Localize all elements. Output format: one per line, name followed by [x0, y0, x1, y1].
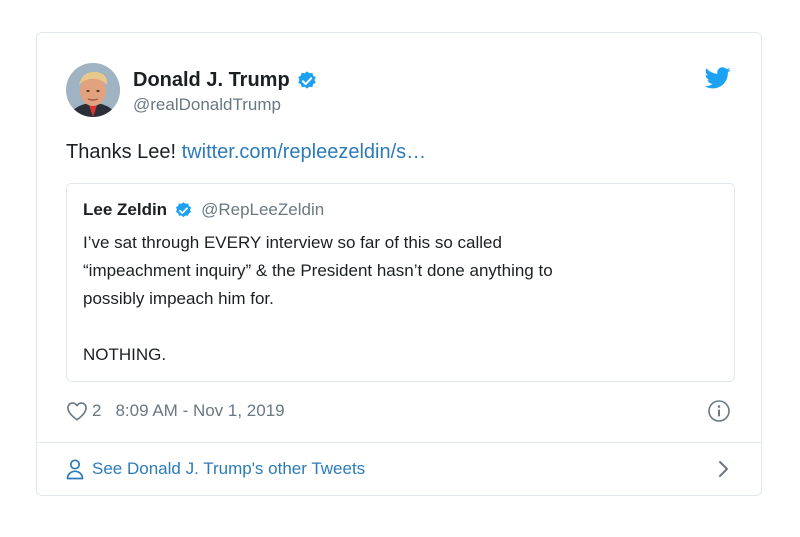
author-name-text[interactable]: Donald J. Trump [133, 69, 290, 92]
avatar-portrait-icon [66, 63, 120, 117]
verified-badge-icon [176, 201, 192, 217]
footer-divider [37, 442, 761, 443]
quoted-tweet[interactable]: Lee Zeldin @RepLeeZeldin I’ve sat throug… [66, 183, 735, 382]
see-other-tweets-label[interactable]: See Donald J. Trump's other Tweets [92, 459, 365, 479]
quoted-author-handle: @RepLeeZeldin [201, 200, 325, 219]
tweet-text: Thanks Lee! twitter.com/repleezeldin/s… [66, 141, 426, 164]
quoted-text-line: “impeachment inquiry” & the President ha… [83, 261, 553, 280]
twitter-bird-icon[interactable] [705, 67, 731, 89]
see-other-tweets-link[interactable]: See Donald J. Trump's other Tweets [66, 455, 731, 483]
quoted-text-line: NOTHING. [83, 345, 167, 364]
quoted-text-line: I’ve sat through EVERY interview so far … [83, 233, 502, 252]
quoted-author-name: Lee Zeldin [83, 200, 168, 219]
quoted-tweet-header: Lee Zeldin @RepLeeZeldin [83, 200, 324, 220]
like-count: 2 [92, 401, 102, 420]
verified-badge-icon [297, 70, 316, 89]
person-icon [66, 459, 84, 480]
author-handle[interactable]: @realDonaldTrump [133, 95, 281, 115]
tweet-timestamp[interactable]: 8:09 AM - Nov 1, 2019 [115, 401, 284, 421]
quoted-text-line: possibly impeach him for. [83, 289, 274, 308]
tweet-text-body: Thanks Lee! [66, 141, 182, 163]
like-button[interactable]: 2 [66, 401, 101, 421]
quoted-tweet-body: I’ve sat through EVERY interview so far … [83, 229, 713, 369]
tweet-link[interactable]: twitter.com/repleezeldin/s… [182, 141, 427, 163]
tweet-header: Donald J. Trump @realDonaldTrump [37, 33, 761, 143]
author-name[interactable]: Donald J. Trump [133, 69, 318, 92]
author-avatar[interactable] [66, 63, 120, 117]
heart-icon [67, 402, 87, 421]
embedded-tweet-card: Donald J. Trump @realDonaldTrump Thanks … [36, 32, 762, 496]
chevron-right-icon[interactable] [717, 459, 731, 479]
info-icon[interactable] [707, 399, 731, 423]
tweet-meta-bar: 2 8:09 AM - Nov 1, 2019 [66, 399, 731, 423]
